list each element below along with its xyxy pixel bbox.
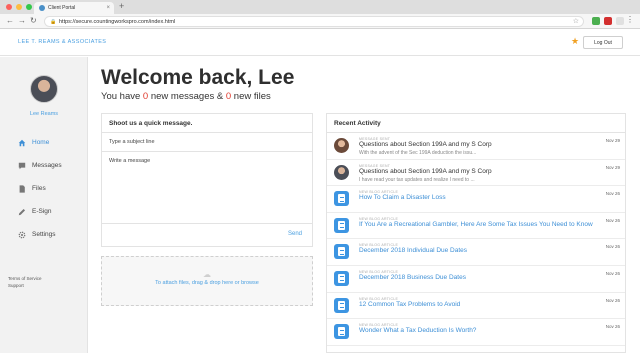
sidebar-nav: Home Messages Files E-Sign Settings: [0, 131, 88, 246]
file-dropzone[interactable]: ☁ To attach files, drag & drop here or b…: [101, 256, 313, 306]
sidebar-item-label: Settings: [32, 231, 56, 238]
summary-text: You have 0 new messages & 0 new files: [101, 91, 271, 102]
window-controls: [6, 4, 32, 10]
url-text: https://secure.countingworkspro.com/inde…: [59, 19, 176, 25]
activity-item[interactable]: NEW BLOG ARTICLE December 2018 Individual…: [327, 239, 625, 266]
activity-title-link[interactable]: 12 Common Tax Problems to Avoid: [359, 301, 460, 308]
gear-icon: [18, 231, 26, 238]
activity-title-link[interactable]: If You Are a Recreational Gambler, Here …: [359, 221, 593, 228]
activity-date: Nov 26: [605, 270, 620, 276]
app-header: LEE T. REAMS & ASSOCIATES ★ Log Out: [0, 30, 640, 56]
activity-item[interactable]: NEW BLOG ARTICLE Wonder What a Tax Deduct…: [327, 319, 625, 346]
activity-date: Nov 26: [605, 244, 620, 250]
new-tab-button[interactable]: +: [119, 1, 124, 11]
avatar: [334, 164, 349, 180]
sidebar-item-label: Messages: [32, 162, 62, 169]
close-window-button[interactable]: [6, 4, 12, 10]
upload-cloud-icon: ☁: [203, 270, 211, 279]
activity-date: Nov 26: [605, 297, 620, 303]
home-icon: [18, 139, 26, 146]
activity-title-link[interactable]: Wonder What a Tax Deduction Is Worth?: [359, 327, 476, 334]
url-input[interactable]: 🔒 https://secure.countingworkspro.com/in…: [44, 16, 584, 27]
sidebar-item-label: E-Sign: [32, 208, 52, 215]
tab-title: Client Portal: [48, 5, 76, 11]
minimize-window-button[interactable]: [16, 4, 22, 10]
terms-link[interactable]: Terms of Service: [8, 275, 42, 282]
recent-activity-panel: Recent Activity MESSAGE SENT Questions ab…: [326, 113, 626, 353]
sidebar-item-messages[interactable]: Messages: [0, 154, 88, 177]
summary-suffix: new files: [231, 91, 271, 102]
activity-date: Nov 26: [605, 217, 620, 223]
extension-icon[interactable]: [604, 17, 612, 25]
user-name[interactable]: Lee Reams: [0, 111, 88, 117]
sidebar-item-settings[interactable]: Settings: [0, 223, 88, 246]
tab-close-icon[interactable]: ×: [106, 2, 110, 14]
document-icon: [334, 217, 349, 233]
activity-date: Nov 29: [605, 138, 620, 143]
maximize-window-button[interactable]: [26, 4, 32, 10]
activity-date: Nov 26: [605, 191, 620, 197]
favorite-star-icon[interactable]: ★: [571, 36, 579, 47]
document-icon: [334, 270, 349, 286]
activity-date: Nov 29: [605, 164, 620, 170]
logout-button[interactable]: Log Out: [583, 36, 623, 49]
document-icon: [334, 324, 349, 340]
avatar: [334, 138, 349, 153]
document-icon: [334, 244, 349, 260]
activity-item[interactable]: NEW BLOG ARTICLE If You Are a Recreationa…: [327, 213, 625, 240]
sidebar-item-files[interactable]: Files: [0, 177, 88, 200]
subject-input[interactable]: Type a subject line: [102, 133, 312, 152]
forward-icon[interactable]: →: [18, 16, 26, 25]
sidebar-item-esign[interactable]: E-Sign: [0, 200, 88, 223]
activity-title-link[interactable]: Questions about Section 199A and my S Co…: [359, 168, 492, 175]
document-icon: [334, 297, 349, 313]
bookmark-star-icon[interactable]: ☆: [573, 17, 579, 27]
extension-icon[interactable]: [616, 17, 624, 25]
activity-title-link[interactable]: December 2018 Business Due Dates: [359, 274, 466, 281]
activity-title-link[interactable]: How To Claim a Disaster Loss: [359, 194, 446, 201]
pen-icon: [18, 208, 26, 215]
tab-favicon-icon: [39, 5, 45, 11]
lock-icon: 🔒: [50, 19, 57, 25]
activity-title-link[interactable]: December 2018 Individual Due Dates: [359, 247, 467, 254]
browser-menu-icon[interactable]: ⋮: [626, 15, 634, 24]
activity-title: Recent Activity: [327, 114, 625, 133]
file-icon: [19, 184, 25, 193]
activity-item[interactable]: NEW BLOG ARTICLE 12 Common Tax Problems t…: [327, 293, 625, 320]
activity-title-link[interactable]: Questions about Section 199A and my S Co…: [359, 141, 492, 148]
message-textarea[interactable]: Write a message: [102, 152, 312, 224]
reload-icon[interactable]: ↻: [30, 16, 37, 25]
sidebar-item-label: Home: [32, 139, 50, 146]
activity-snippet: I have read your tax updates and realize…: [359, 176, 475, 183]
browser-tab[interactable]: Client Portal ×: [34, 2, 114, 14]
address-toolbar: ← → ↻ 🔒 https://secure.countingworkspro.…: [0, 14, 640, 29]
activity-list: MESSAGE SENT Questions about Section 199A…: [327, 133, 625, 346]
extension-icon[interactable]: [592, 17, 600, 25]
summary-prefix: You have: [101, 91, 143, 102]
compose-panel: Shoot us a quick message. Type a subject…: [101, 113, 313, 247]
chat-icon: [18, 162, 26, 169]
page-title: Welcome back, Lee: [101, 66, 295, 89]
document-icon: [334, 191, 349, 207]
activity-item[interactable]: NEW BLOG ARTICLE How To Claim a Disaster …: [327, 186, 625, 213]
avatar[interactable]: [30, 75, 58, 103]
sidebar-item-label: Files: [32, 185, 46, 192]
activity-item[interactable]: MESSAGE SENT Questions about Section 199A…: [327, 133, 625, 160]
firm-name[interactable]: LEE T. REAMS & ASSOCIATES: [18, 39, 106, 45]
send-button[interactable]: Send: [288, 231, 302, 237]
support-link[interactable]: Support: [8, 282, 42, 289]
compose-title: Shoot us a quick message.: [102, 114, 312, 133]
footer-links: Terms of Service Support: [8, 275, 42, 289]
browser-tab-strip: Client Portal × +: [0, 0, 640, 14]
activity-item[interactable]: NEW BLOG ARTICLE December 2018 Business D…: [327, 266, 625, 293]
sidebar-item-home[interactable]: Home: [0, 131, 88, 154]
dropzone-text[interactable]: To attach files, drag & drop here or bro…: [102, 280, 312, 286]
activity-date: Nov 26: [605, 324, 620, 330]
activity-snippet: With the advent of the Sec 199A deductio…: [359, 150, 477, 156]
back-icon[interactable]: ←: [6, 16, 14, 25]
summary-middle: new messages &: [148, 91, 226, 102]
sidebar: Lee Reams Home Messages Files E-Sign Set…: [0, 57, 88, 353]
activity-item[interactable]: MESSAGE SENT Questions about Section 199A…: [327, 160, 625, 187]
